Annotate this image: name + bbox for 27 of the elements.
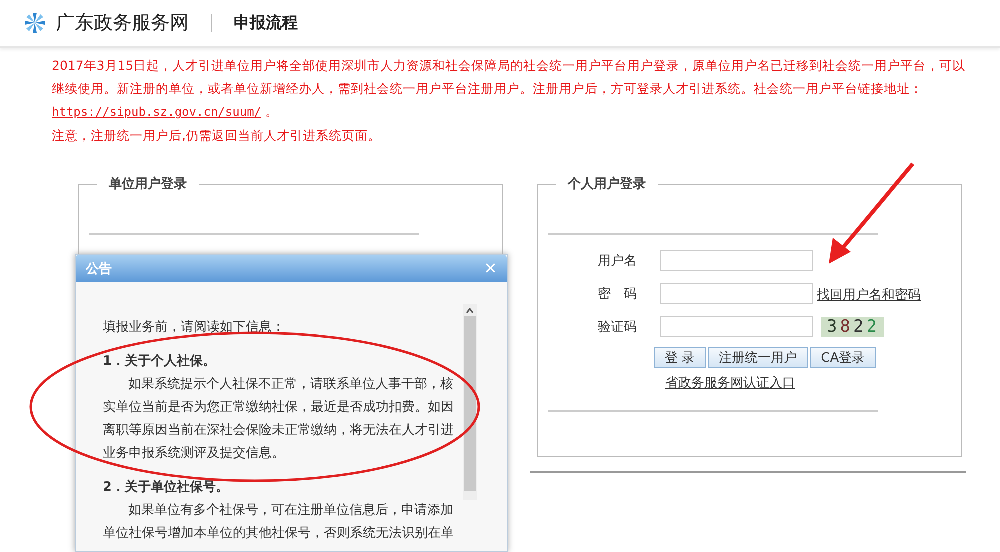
notice-note: 注意，注册统一用户后,仍需返回当前人才引进系统页面。	[52, 127, 382, 145]
panel-legend: 个人用户登录	[556, 175, 658, 193]
section-heading: 1．关于个人社保。	[103, 352, 217, 371]
portal-link[interactable]: 省政务服务网认证入口	[654, 374, 807, 392]
scroll-thumb[interactable]	[464, 316, 476, 491]
section-text: 如果单位有多个社保号，可在注册单位信息后，申请添加单位社保号增加本单位的其他社保号，否则系统无法识别在单	[103, 502, 455, 543]
section-heading: 2．关于单位社保号。	[103, 478, 230, 497]
input-field[interactable]	[660, 316, 813, 337]
input-field[interactable]	[660, 250, 813, 271]
section-text: 如果系统提示个人社保不正常，请联系单位人事干部，核实单位当前是否为您正常缴纳社保，最近是否成功扣费。如因离职等原因当前在深社会保险未正常缴纳，将无法在人才引进业务申报系统测评及提交信息。	[103, 376, 455, 463]
notice-text: 2017年3月15日起，人才引进单位用户将全部使用深圳市人力资源和社会保障局的社会统一用户平台用户登录，原单位用户名已迁移到社会统一用户平台，可以继续使用。新注册的单位，或者单位新增经办人，需到社会统一用户平台注册用户。注册用户后，方可登录人才引进系统。社会统一用户平台链接地址： https://sipub.sz.gov.cn/suum/ 。	[52, 57, 967, 121]
dialog-title: 公告	[86, 260, 112, 278]
form-button[interactable]: CA登录	[810, 347, 876, 368]
scrollbar[interactable]	[463, 304, 477, 500]
input-field[interactable]	[660, 283, 813, 304]
page-title: 申报流程	[234, 12, 298, 34]
platform-link[interactable]: https://sipub.sz.gov.cn/suum/	[52, 105, 262, 119]
site-name: 广东政务服务网	[56, 11, 189, 36]
field-label: 用户名	[598, 252, 638, 270]
form-button[interactable]: 登 录	[654, 347, 706, 368]
logo-icon	[22, 10, 48, 36]
scroll-up-icon[interactable]	[466, 308, 474, 314]
field-label: 密 码	[598, 286, 638, 302]
form-button[interactable]: 注册统一用户	[708, 347, 808, 368]
panel-legend: 单位用户登录	[97, 175, 199, 193]
recover-link[interactable]: 找回用户名和密码	[817, 288, 921, 302]
field-label: 验证码	[598, 318, 638, 336]
